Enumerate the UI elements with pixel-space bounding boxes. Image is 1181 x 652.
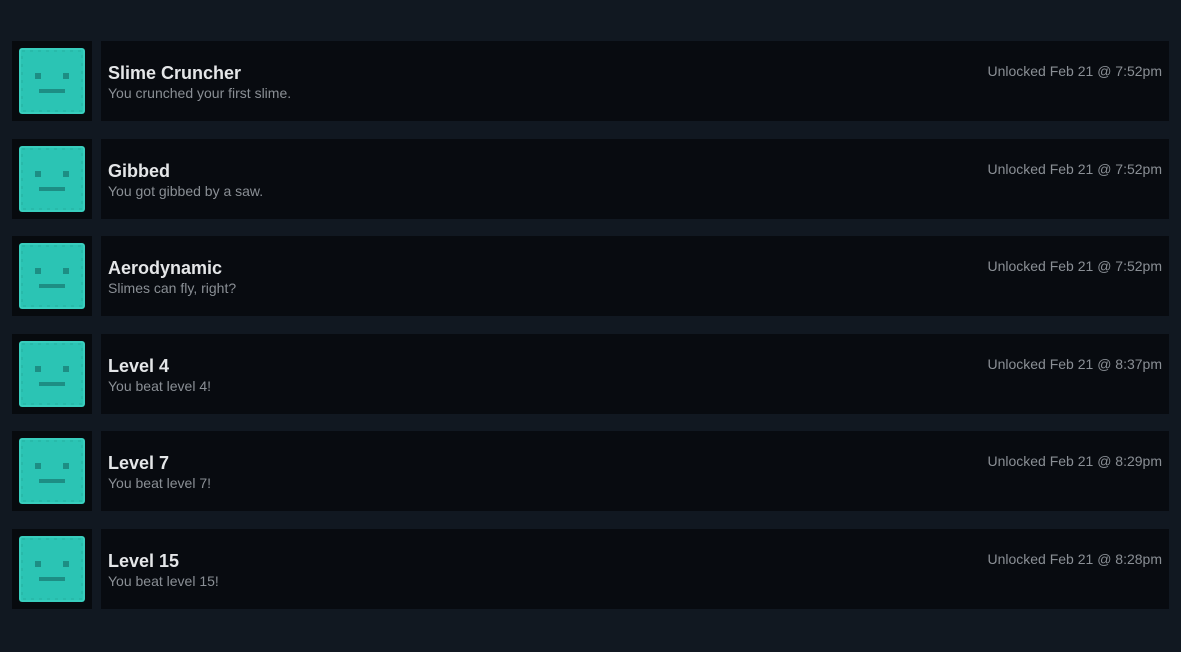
unlock-date: Unlocked Feb 21 @ 8:29pm [987, 453, 1162, 470]
achievement-details: Gibbed You got gibbed by a saw. Unlocked… [101, 138, 1169, 219]
achievement-description: You beat level 15! [108, 572, 219, 589]
unlock-date: Unlocked Feb 21 @ 8:37pm [987, 355, 1162, 372]
achievement-description: You got gibbed by a saw. [108, 182, 264, 199]
achievement-details: Slime Cruncher You crunched your first s… [101, 41, 1169, 121]
slime-face-icon [19, 535, 85, 602]
achievement-icon-frame [12, 528, 92, 609]
unlock-date: Unlocked Feb 21 @ 7:52pm [987, 63, 1162, 79]
achievement-icon-frame [12, 138, 92, 219]
achievement-icon-frame [12, 236, 92, 317]
achievement-description: Slimes can fly, right? [108, 280, 237, 297]
achievement-title: Level 7 [108, 453, 170, 474]
achievement-list: Slime Cruncher You crunched your first s… [12, 41, 1169, 627]
achievement-details: Level 15 You beat level 15! Unlocked Feb… [101, 528, 1169, 609]
achievement-title: Slime Cruncher [108, 63, 242, 83]
unlock-date: Unlocked Feb 21 @ 8:28pm [987, 550, 1162, 567]
achievement-icon-frame [12, 41, 92, 121]
slime-face-icon [19, 340, 85, 407]
achievement-title: Aerodynamic [108, 258, 223, 279]
achievement-details: Aerodynamic Slimes can fly, right? Unloc… [101, 236, 1169, 317]
unlock-date: Unlocked Feb 21 @ 7:52pm [987, 258, 1162, 275]
achievement-icon-frame [12, 431, 92, 512]
achievement-details: Level 4 You beat level 4! Unlocked Feb 2… [101, 333, 1169, 414]
achievement-row: Slime Cruncher You crunched your first s… [12, 41, 1169, 121]
achievement-icon-frame [12, 333, 92, 414]
achievement-row: Aerodynamic Slimes can fly, right? Unloc… [12, 236, 1169, 317]
slime-face-icon [19, 243, 85, 310]
slime-face-icon [19, 48, 85, 114]
achievement-description: You beat level 7! [108, 475, 212, 492]
achievement-title: Level 4 [108, 355, 170, 376]
achievement-row: Level 4 You beat level 4! Unlocked Feb 2… [12, 333, 1169, 414]
achievement-description: You beat level 4! [108, 377, 212, 394]
slime-face-icon [19, 145, 85, 212]
achievement-title: Level 15 [108, 550, 180, 571]
achievement-row: Level 7 You beat level 7! Unlocked Feb 2… [12, 431, 1169, 512]
achievement-row: Level 15 You beat level 15! Unlocked Feb… [12, 528, 1169, 609]
achievement-description: You crunched your first slime. [108, 85, 292, 101]
achievement-row: Gibbed You got gibbed by a saw. Unlocked… [12, 138, 1169, 219]
achievement-details: Level 7 You beat level 7! Unlocked Feb 2… [101, 431, 1169, 512]
achievement-title: Gibbed [108, 160, 170, 181]
slime-face-icon [19, 438, 85, 505]
unlock-date: Unlocked Feb 21 @ 7:52pm [987, 160, 1162, 177]
